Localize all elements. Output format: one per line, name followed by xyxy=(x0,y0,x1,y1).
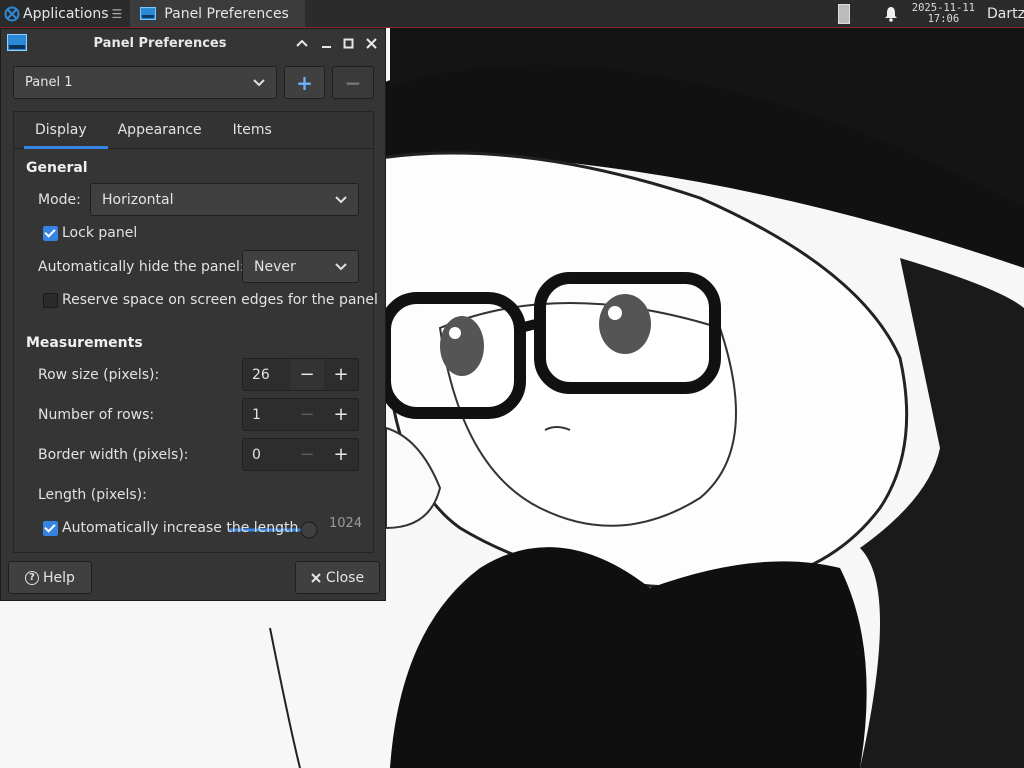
remove-panel-button[interactable]: − xyxy=(332,66,374,99)
taskbar-item-panel-preferences[interactable]: Panel Preferences xyxy=(130,0,306,27)
rows-value[interactable]: 1 xyxy=(243,407,290,423)
shade-window-icon[interactable] xyxy=(295,36,309,50)
border-width-spinbutton[interactable]: 0 − + xyxy=(242,438,359,471)
rows-label: Number of rows: xyxy=(38,407,155,423)
measurements-section-title: Measurements xyxy=(26,335,143,351)
menu-separator-icon: ☰ xyxy=(111,6,123,21)
border-width-label: Border width (pixels): xyxy=(38,447,189,463)
reserve-space-checkbox[interactable] xyxy=(43,293,58,308)
panel-selector-value: Panel 1 xyxy=(25,75,73,90)
applications-label: Applications xyxy=(23,5,109,22)
taskbar-item-label: Panel Preferences xyxy=(164,5,289,22)
close-icon xyxy=(311,572,321,583)
length-label: Length (pixels): xyxy=(38,487,147,503)
close-window-icon[interactable] xyxy=(364,36,378,50)
clock-date: 2025-11-11 xyxy=(911,1,975,14)
rows-spinbutton[interactable]: 1 − + xyxy=(242,398,359,431)
border-width-value[interactable]: 0 xyxy=(243,447,290,463)
tab-appearance[interactable]: Appearance xyxy=(108,112,223,148)
lock-panel-checkbox[interactable] xyxy=(43,226,58,241)
border-width-decrement-button[interactable]: − xyxy=(290,439,324,470)
chevron-down-icon xyxy=(253,78,265,86)
length-value: 1024 xyxy=(329,516,363,531)
tab-bar: Display Appearance Items xyxy=(14,112,373,149)
add-panel-button[interactable]: + xyxy=(284,66,325,99)
user-menu-button[interactable]: Dartz xyxy=(987,6,1024,22)
row-size-value[interactable]: 26 xyxy=(243,367,290,383)
mode-value: Horizontal xyxy=(102,191,174,208)
autohide-dropdown[interactable]: Never xyxy=(242,250,359,283)
rows-increment-button[interactable]: + xyxy=(324,399,358,430)
minimize-window-icon[interactable] xyxy=(319,36,333,50)
border-width-increment-button[interactable]: + xyxy=(324,439,358,470)
autohide-label: Automatically hide the panel: xyxy=(38,259,245,275)
clock[interactable]: 2025-11-11 17:06 xyxy=(911,1,975,25)
row-size-increment-button[interactable]: + xyxy=(324,359,358,390)
lock-panel-label[interactable]: Lock panel xyxy=(62,225,137,241)
rows-decrement-button[interactable]: − xyxy=(290,399,324,430)
mode-label: Mode: xyxy=(38,192,81,208)
autohide-value: Never xyxy=(254,258,296,275)
xfce-logo-icon xyxy=(4,6,20,21)
system-tray: 2025-11-11 17:06 Dartz xyxy=(837,0,1024,27)
workspace-switcher-icon[interactable] xyxy=(837,3,850,24)
chevron-down-icon xyxy=(335,262,347,270)
panel-preferences-dialog: Panel Preferences Panel 1 + − Display Ap… xyxy=(0,28,386,601)
close-button[interactable]: Close xyxy=(295,561,380,594)
maximize-window-icon[interactable] xyxy=(341,36,355,50)
mode-dropdown[interactable]: Horizontal xyxy=(90,183,359,216)
row-size-label: Row size (pixels): xyxy=(38,367,160,383)
minus-icon: − xyxy=(344,70,362,95)
chevron-down-icon xyxy=(335,195,347,203)
close-label: Close xyxy=(325,569,365,586)
reserve-space-label[interactable]: Reserve space on screen edges for the pa… xyxy=(62,292,378,308)
plus-icon: + xyxy=(296,70,313,95)
auto-length-checkbox[interactable] xyxy=(43,521,58,536)
top-panel: Applications ☰ Panel Preferences 2025-11… xyxy=(0,0,1024,28)
help-icon: ? xyxy=(25,570,40,585)
tab-display[interactable]: Display xyxy=(14,112,108,149)
help-label: Help xyxy=(43,569,75,586)
tab-items[interactable]: Items xyxy=(223,112,293,148)
auto-length-label[interactable]: Automatically increase the length xyxy=(62,520,298,536)
row-size-decrement-button[interactable]: − xyxy=(290,359,324,390)
panel-selector-dropdown[interactable]: Panel 1 xyxy=(13,66,277,99)
clock-time: 17:06 xyxy=(927,12,960,25)
panel-preferences-icon xyxy=(140,7,157,20)
notification-bell-icon[interactable] xyxy=(884,6,898,22)
window-titlebar[interactable]: Panel Preferences xyxy=(1,29,385,57)
applications-menu-button[interactable]: Applications ☰ xyxy=(0,0,126,27)
window-title: Panel Preferences xyxy=(93,35,227,51)
row-size-spinbutton[interactable]: 26 − + xyxy=(242,358,359,391)
help-button[interactable]: ? Help xyxy=(8,561,92,594)
general-section-title: General xyxy=(26,160,88,176)
